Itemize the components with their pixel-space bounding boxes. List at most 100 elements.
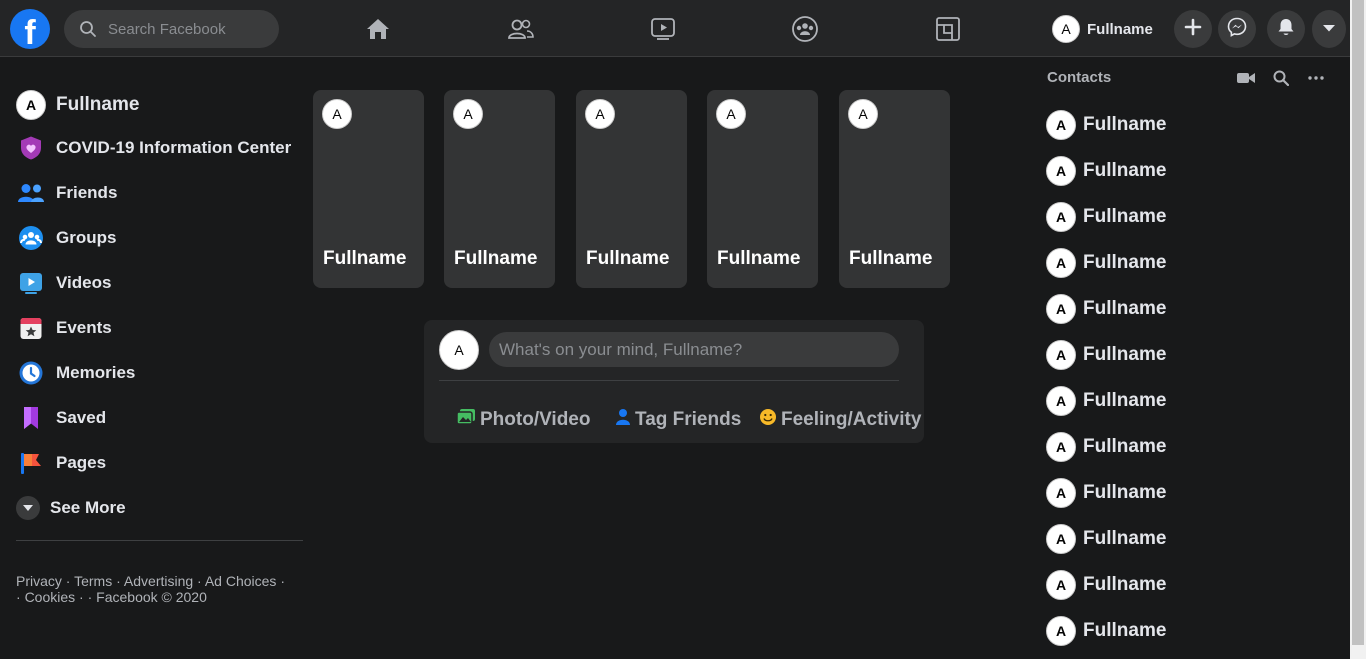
contact-item[interactable]: A Fullname bbox=[1046, 431, 1166, 463]
footer-copyright: Facebook © 2020 bbox=[96, 589, 207, 605]
contact-item[interactable]: A Fullname bbox=[1046, 293, 1166, 325]
contact-name: Fullname bbox=[1083, 574, 1167, 595]
tag-friends-label: Tag Friends bbox=[635, 409, 742, 430]
sidebar-item-videos[interactable]: Videos bbox=[16, 265, 111, 301]
avatar: A bbox=[1046, 432, 1076, 462]
sidebar-item-groups[interactable]: Groups bbox=[16, 220, 116, 256]
avatar: A bbox=[585, 99, 615, 129]
video-call-icon[interactable] bbox=[1236, 69, 1256, 87]
friends-icon[interactable] bbox=[506, 14, 536, 44]
whats-on-your-mind-input[interactable] bbox=[489, 332, 899, 367]
story-card[interactable]: A Fullname bbox=[707, 90, 818, 288]
contact-name: Fullname bbox=[1083, 436, 1167, 457]
sidebar-item-label: Pages bbox=[56, 453, 107, 472]
watch-icon[interactable] bbox=[648, 14, 678, 44]
notifications-button[interactable] bbox=[1267, 10, 1305, 48]
avatar: A bbox=[1046, 616, 1076, 646]
contact-name: Fullname bbox=[1083, 344, 1167, 365]
pages-icon bbox=[16, 448, 46, 478]
avatar: A bbox=[1046, 248, 1076, 278]
groups-icon bbox=[16, 223, 46, 253]
composer-divider bbox=[439, 380, 899, 381]
footer-link-cookies[interactable]: Cookies bbox=[25, 589, 76, 605]
story-card[interactable]: A Fullname bbox=[313, 90, 424, 288]
memories-icon bbox=[16, 358, 46, 388]
header-profile-chip[interactable]: A Fullname bbox=[1052, 14, 1153, 44]
avatar: A bbox=[16, 90, 46, 120]
facebook-logo[interactable]: f bbox=[10, 9, 50, 49]
contact-item[interactable]: A Fullname bbox=[1046, 155, 1166, 187]
sidebar-item-pages[interactable]: Pages bbox=[16, 445, 106, 481]
sidebar-item-label: Videos bbox=[56, 273, 112, 292]
scrollbar-thumb[interactable] bbox=[1352, 0, 1364, 645]
sidebar-item-profile[interactable]: A Fullname bbox=[16, 87, 139, 123]
sidebar-item-label: COVID-19 Information Center bbox=[56, 138, 292, 157]
avatar: A bbox=[1046, 202, 1076, 232]
feeling-activity-button[interactable]: Feeling/Activity bbox=[759, 408, 921, 432]
contact-item[interactable]: A Fullname bbox=[1046, 569, 1166, 601]
footer-link-advertising[interactable]: Advertising bbox=[124, 573, 193, 589]
search-input[interactable] bbox=[108, 10, 273, 48]
groups-icon[interactable] bbox=[790, 14, 820, 44]
see-more-label: See More bbox=[50, 498, 126, 517]
sidebar-item-saved[interactable]: Saved bbox=[16, 400, 106, 436]
story-name: Fullname bbox=[323, 248, 407, 269]
friends-icon bbox=[16, 178, 46, 208]
avatar: A bbox=[1052, 15, 1080, 43]
smiley-icon bbox=[759, 408, 777, 432]
avatar: A bbox=[1046, 570, 1076, 600]
top-navigation-bar: f A Fullname bbox=[0, 0, 1350, 57]
plus-icon bbox=[1184, 18, 1202, 41]
footer-link-ad-choices[interactable]: Ad Choices bbox=[205, 573, 277, 589]
sidebar-item-events[interactable]: Events bbox=[16, 310, 112, 346]
footer-link-terms[interactable]: Terms bbox=[74, 573, 112, 589]
search-icon bbox=[79, 20, 97, 43]
page-scrollbar[interactable] bbox=[1350, 0, 1366, 659]
sidebar-divider bbox=[16, 540, 303, 541]
videos-icon bbox=[16, 268, 46, 298]
sidebar-item-covid[interactable]: COVID-19 Information Center bbox=[16, 130, 291, 166]
account-menu-button[interactable] bbox=[1312, 10, 1346, 48]
contact-name: Fullname bbox=[1083, 114, 1167, 135]
story-card[interactable]: A Fullname bbox=[576, 90, 687, 288]
sidebar-footer: Privacy · Terms · Advertising · Ad Choic… bbox=[16, 573, 285, 605]
contact-name: Fullname bbox=[1083, 528, 1167, 549]
contact-item[interactable]: A Fullname bbox=[1046, 201, 1166, 233]
sidebar-item-friends[interactable]: Friends bbox=[16, 175, 117, 211]
story-name: Fullname bbox=[717, 248, 801, 269]
search-icon[interactable] bbox=[1271, 69, 1291, 87]
see-more-button[interactable]: See More bbox=[16, 490, 126, 526]
avatar: A bbox=[1046, 386, 1076, 416]
contact-item[interactable]: A Fullname bbox=[1046, 615, 1166, 647]
avatar: A bbox=[1046, 156, 1076, 186]
contact-item[interactable]: A Fullname bbox=[1046, 339, 1166, 371]
footer-link-privacy[interactable]: Privacy bbox=[16, 573, 62, 589]
contacts-title: Contacts bbox=[1047, 69, 1112, 86]
photo-video-label: Photo/Video bbox=[480, 409, 591, 430]
more-options-icon[interactable] bbox=[1306, 69, 1326, 87]
avatar[interactable]: A bbox=[439, 330, 479, 370]
messenger-button[interactable] bbox=[1218, 10, 1256, 48]
story-card[interactable]: A Fullname bbox=[444, 90, 555, 288]
sidebar-item-label: Groups bbox=[56, 228, 117, 247]
tag-friends-button[interactable]: Tag Friends bbox=[615, 408, 741, 432]
contact-item[interactable]: A Fullname bbox=[1046, 385, 1166, 417]
avatar: A bbox=[1046, 524, 1076, 554]
photo-video-button[interactable]: Photo/Video bbox=[456, 408, 590, 432]
contact-item[interactable]: A Fullname bbox=[1046, 477, 1166, 509]
avatar: A bbox=[716, 99, 746, 129]
gaming-icon[interactable] bbox=[933, 14, 963, 44]
search-box[interactable] bbox=[64, 10, 279, 48]
chevron-down-icon bbox=[1322, 20, 1336, 38]
chevron-down-icon bbox=[16, 496, 40, 520]
avatar: A bbox=[322, 99, 352, 129]
sidebar-item-memories[interactable]: Memories bbox=[16, 355, 135, 391]
contact-item[interactable]: A Fullname bbox=[1046, 523, 1166, 555]
contact-name: Fullname bbox=[1083, 252, 1167, 273]
create-button[interactable] bbox=[1174, 10, 1212, 48]
home-icon[interactable] bbox=[363, 14, 393, 44]
story-card[interactable]: A Fullname bbox=[839, 90, 950, 288]
photo-icon bbox=[456, 408, 476, 432]
contact-item[interactable]: A Fullname bbox=[1046, 109, 1166, 141]
contact-item[interactable]: A Fullname bbox=[1046, 247, 1166, 279]
